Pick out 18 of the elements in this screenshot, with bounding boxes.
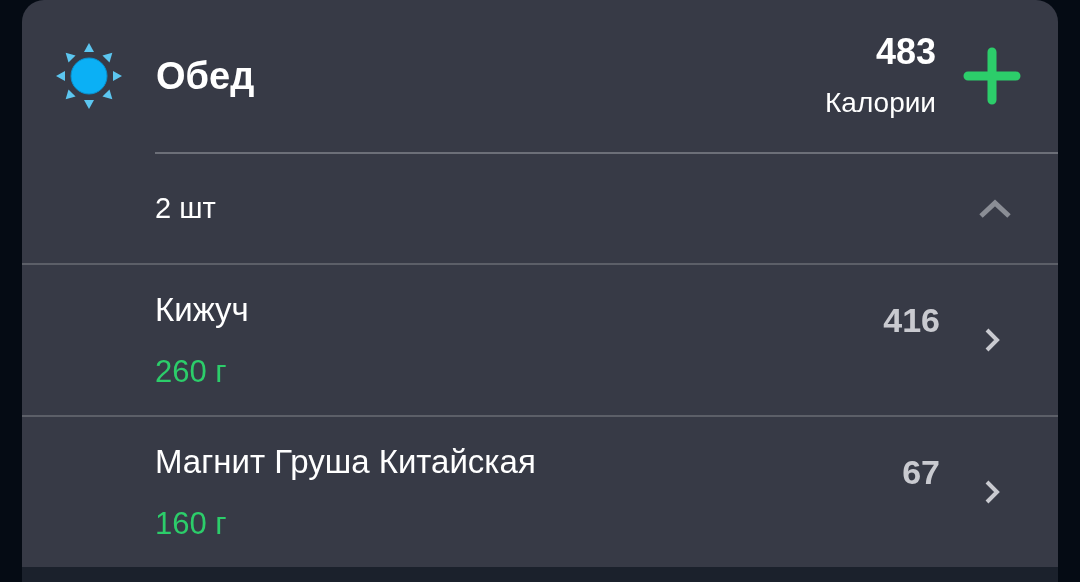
- food-amount: 260 г: [155, 352, 228, 391]
- food-item[interactable]: Магнит Груша Китайская 160 г 67: [22, 417, 1058, 567]
- add-button[interactable]: [962, 46, 1022, 106]
- chevron-right-icon: [984, 327, 1000, 353]
- item-count: 2 шт: [155, 190, 216, 226]
- food-name: Кижуч: [155, 290, 250, 330]
- calorie-label: Калории: [825, 85, 936, 120]
- food-item[interactable]: Кижуч 260 г 416: [22, 265, 1058, 415]
- chevron-right-icon: [984, 479, 1000, 505]
- plus-icon: [963, 47, 1021, 105]
- calorie-total: 483: [875, 29, 936, 74]
- food-name: Магнит Груша Китайская: [155, 442, 537, 482]
- sun-icon: [55, 42, 123, 110]
- meal-title: Обед: [156, 53, 256, 99]
- food-amount: 160 г: [155, 504, 228, 543]
- food-calories: 416: [883, 300, 940, 341]
- food-calories: 67: [902, 452, 940, 493]
- group-toggle[interactable]: 2 шт: [22, 154, 1058, 263]
